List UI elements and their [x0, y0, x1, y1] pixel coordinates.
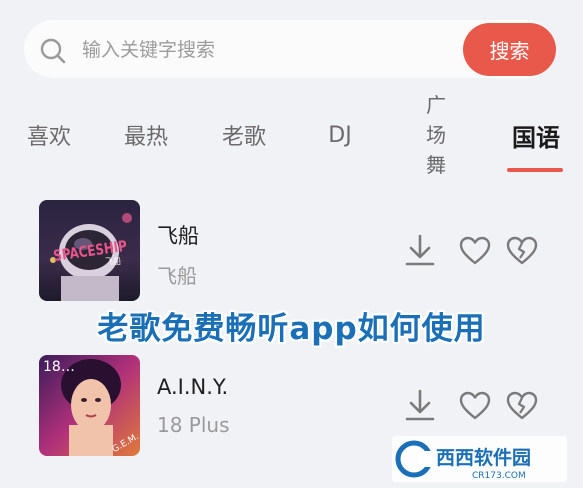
- tab-mandarin[interactable]: 国语: [505, 100, 567, 170]
- search-icon: [40, 38, 66, 64]
- heart-icon[interactable]: [458, 389, 492, 423]
- logo-subtext: CR173.COM: [472, 471, 526, 481]
- search-button[interactable]: 搜索: [463, 23, 556, 76]
- song-artist: 飞船: [157, 264, 197, 288]
- tab-oldies[interactable]: 老歌: [216, 100, 272, 170]
- tab-square-dance[interactable]: 广场舞: [418, 93, 454, 177]
- category-tabs: 喜欢 最热 老歌 DJ 广场舞 国语: [0, 93, 583, 177]
- song-row[interactable]: SPACESHIP 飞船 飞船 飞船: [0, 200, 583, 304]
- tab-dj[interactable]: DJ: [318, 100, 362, 170]
- album-cover: SPACESHIP 飞船: [39, 200, 140, 301]
- active-tab-indicator: [507, 168, 563, 172]
- album-cover: 18… G.E.M.: [39, 355, 140, 456]
- cover-text: 18…: [43, 359, 75, 375]
- site-logo: 西西软件园 CR173.COM: [392, 436, 567, 482]
- song-artist: 18 Plus: [157, 413, 230, 437]
- tab-favorites[interactable]: 喜欢: [22, 100, 76, 170]
- search-bar: 搜索: [24, 20, 556, 78]
- heart-icon[interactable]: [458, 234, 492, 268]
- download-icon[interactable]: [403, 233, 437, 267]
- download-icon[interactable]: [403, 388, 437, 422]
- tab-hottest[interactable]: 最热: [118, 100, 174, 170]
- search-input[interactable]: [80, 30, 454, 70]
- overlay-caption: 老歌免费畅听app如何使用: [97, 311, 486, 347]
- cover-subtext: 飞船: [105, 256, 121, 266]
- song-title: A.I.N.Y.: [157, 375, 229, 399]
- song-title: 飞船: [157, 224, 199, 248]
- broken-heart-icon[interactable]: [505, 234, 539, 268]
- broken-heart-icon[interactable]: [505, 389, 539, 423]
- logo-text: 西西软件园: [436, 446, 531, 469]
